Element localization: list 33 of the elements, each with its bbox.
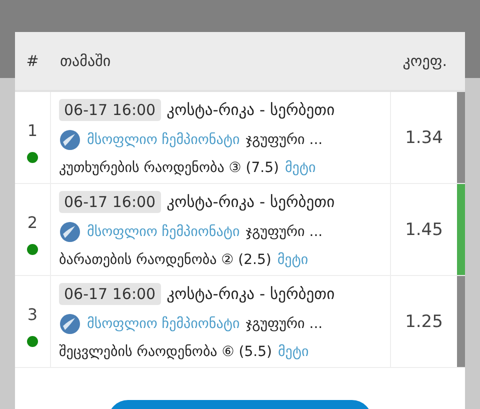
column-header: კოეფ. [402, 52, 448, 70]
match-title: კოსტა-რიკა - სერბეთი [166, 101, 335, 120]
match-title: კოსტა-რიკა - სერბეთი [166, 193, 335, 212]
match-time: 06-17 16:00 [59, 191, 161, 214]
odds-value: 1.34 [404, 126, 444, 150]
match-title: კოსტა-რიკა - სერბეთი [166, 285, 335, 304]
ball-icon [59, 221, 81, 244]
ball-icon [59, 313, 81, 336]
status-dot [27, 336, 38, 346]
stage-text: ჯგუფური ... [246, 132, 323, 148]
more-link[interactable]: მეტი [277, 252, 308, 268]
match-time: 06-17 16:00 [59, 99, 161, 122]
league-link[interactable]: მსოფლიო ჩემპიონატი [87, 132, 240, 148]
match-time: 06-17 16:00 [59, 283, 161, 306]
market-text: კუთხურების რაოდენობა ③ (7.5) [59, 160, 279, 176]
market-text: შეცვლების რაოდენობა ⑥ (5.5) [59, 344, 272, 360]
row-number: 3 [27, 304, 38, 324]
stage-text: ჯგუფური ... [246, 316, 323, 332]
market-text: ბარათების რაოდენობა ② (2.5) [59, 252, 272, 268]
stage-text: ჯგუფური ... [246, 224, 323, 240]
odds-value: 1.25 [404, 310, 444, 334]
status-dot [27, 244, 38, 254]
more-link[interactable]: მეტი [284, 160, 316, 176]
league-link[interactable]: მსოფლიო ჩემპიონატი [87, 316, 240, 332]
column-header: თამაში [59, 52, 112, 70]
row-number: 2 [27, 212, 38, 232]
more-link[interactable]: მეტი [278, 344, 309, 360]
status-dot [27, 152, 38, 162]
odds-value: 1.45 [404, 218, 444, 242]
row-number: 1 [27, 120, 38, 140]
column-header: # [25, 52, 40, 70]
ball-icon [59, 129, 81, 152]
league-link[interactable]: მსოფლიო ჩემპიონატი [87, 224, 240, 240]
